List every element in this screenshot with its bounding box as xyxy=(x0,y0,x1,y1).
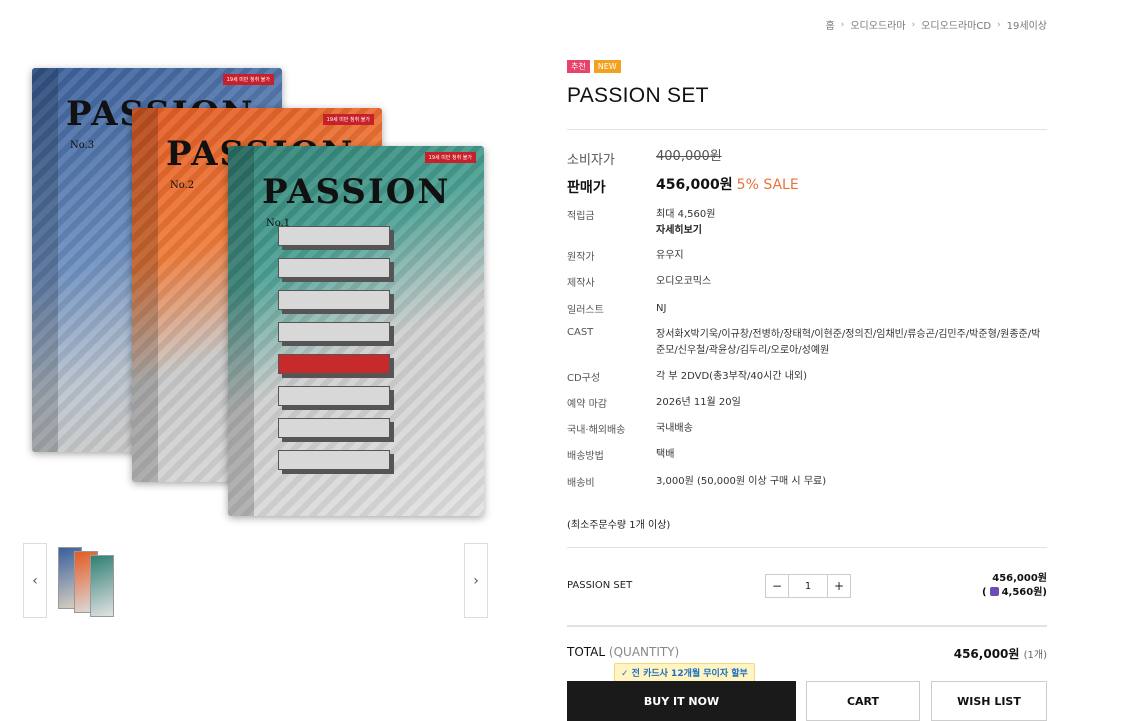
breadcrumb: 홈 › 오디오드라마 › 오디오드라마CD › 19세이상 xyxy=(826,17,1047,33)
option-name: PASSION SET xyxy=(567,580,633,591)
divider xyxy=(567,625,1047,627)
selected-option-row: PASSION SET − 1 + 456,000원 (4,560원) xyxy=(567,572,1047,602)
divider xyxy=(567,129,1047,130)
detail-label: 배송비 xyxy=(567,478,595,489)
detail-value: 국내배송 xyxy=(656,423,693,434)
cover-title: PASSION xyxy=(262,172,451,212)
sale-rate: 5% SALE xyxy=(736,177,799,193)
total-count: (1개) xyxy=(1023,650,1047,661)
detail-label: CAST xyxy=(567,327,594,338)
detail-label: 예약 마감 xyxy=(567,399,607,410)
detail-label: CD구성 xyxy=(567,373,601,384)
rating-label: 19세 미만 청취 불가 xyxy=(424,152,476,163)
quantity-increase-button[interactable]: + xyxy=(828,575,850,597)
breadcrumb-audio-drama[interactable]: 오디오드라마 xyxy=(850,17,905,32)
detail-value: 유우지 xyxy=(656,250,684,261)
option-price: 456,000원 xyxy=(992,573,1047,584)
consumer-price-value: 400,000원 xyxy=(656,149,722,164)
total-label: TOTAL xyxy=(567,645,606,659)
detail-value: 2026년 11월 20일 xyxy=(656,397,741,408)
detail-value: 각 부 2DVD(총3부작/40시간 내외) xyxy=(656,371,808,382)
consumer-price-label: 소비자가 xyxy=(567,153,615,168)
chevron-right-icon: › xyxy=(997,19,1001,30)
divider xyxy=(567,547,1047,548)
quantity-decrease-button[interactable]: − xyxy=(766,575,788,597)
chevron-right-icon: › xyxy=(911,19,916,30)
breadcrumb-home[interactable]: 홈 xyxy=(826,17,835,32)
thumbnail-image[interactable] xyxy=(56,545,130,617)
thumbnail-prev-button[interactable]: ‹ xyxy=(23,543,47,618)
detail-value: NJ xyxy=(656,303,667,314)
detail-value: 오디오코믹스 xyxy=(656,276,712,287)
rating-label: 19세 미만 청취 불가 xyxy=(222,74,274,85)
detail-label: 원작가 xyxy=(567,252,595,263)
option-price-block: 456,000원 (4,560원) xyxy=(982,573,1047,598)
mileage-icon xyxy=(989,586,999,596)
detail-value: 최대 4,560원 xyxy=(656,209,716,220)
option-mileage: 4,560원 xyxy=(1001,587,1043,598)
detail-label: 일러스트 xyxy=(567,305,604,316)
breadcrumb-audio-drama-cd[interactable]: 오디오드라마CD xyxy=(921,17,991,32)
sale-price-value: 456,000원 xyxy=(656,177,733,193)
min-order-notice: (최소주문수량 1개 이상) xyxy=(567,520,671,531)
building-illustration xyxy=(278,226,390,486)
cover-vol1: 19세 미만 청취 불가 PASSION No.1 xyxy=(228,146,484,516)
product-main-image[interactable]: 19세 미만 청취 불가 PASSION No.3 19세 미만 청취 불가 P… xyxy=(22,62,488,522)
breadcrumb-adult[interactable]: 19세이상 xyxy=(1007,17,1047,32)
cart-button[interactable]: CART xyxy=(806,681,920,721)
chevron-right-icon: › xyxy=(840,19,845,30)
cover-volume: No.2 xyxy=(170,180,195,191)
buy-now-button[interactable]: BUY IT NOW xyxy=(567,681,796,721)
wishlist-button[interactable]: WISH LIST xyxy=(931,681,1047,721)
sale-price-label: 판매가 xyxy=(567,180,606,196)
detail-value: 택배 xyxy=(656,449,675,460)
badge-group: 추천 NEW xyxy=(567,60,621,73)
detail-label: 배송방법 xyxy=(567,451,604,462)
thumbnail-next-button[interactable]: › xyxy=(464,543,488,618)
detail-value: 장서화X박기욱/이규창/전병하/장태혁/이현준/정의진/임채빈/류승곤/김민주/… xyxy=(656,329,1041,356)
rating-label: 19세 미만 청취 불가 xyxy=(322,114,374,125)
cover-volume: No.3 xyxy=(70,140,95,151)
mileage-detail-link[interactable]: 자세히보기 xyxy=(656,225,702,236)
total-quantity-label: (QUANTITY) xyxy=(608,645,680,659)
total-amount: 456,000원 xyxy=(953,647,1020,661)
new-badge: NEW xyxy=(593,60,621,73)
product-title: PASSION SET xyxy=(567,84,709,107)
detail-label: 국내·해외배송 xyxy=(567,425,626,436)
detail-label: 적립금 xyxy=(567,211,595,222)
detail-label: 제작사 xyxy=(567,278,595,289)
recommend-badge: 추천 xyxy=(567,60,590,73)
card-installment-banner: ✓ 전 카드사 12개월 무이자 할부 xyxy=(614,663,755,682)
detail-value: 3,000원 (50,000원 이상 구매 시 무료) xyxy=(656,476,827,487)
quantity-input[interactable]: 1 xyxy=(788,575,828,597)
quantity-stepper: − 1 + xyxy=(765,574,851,598)
